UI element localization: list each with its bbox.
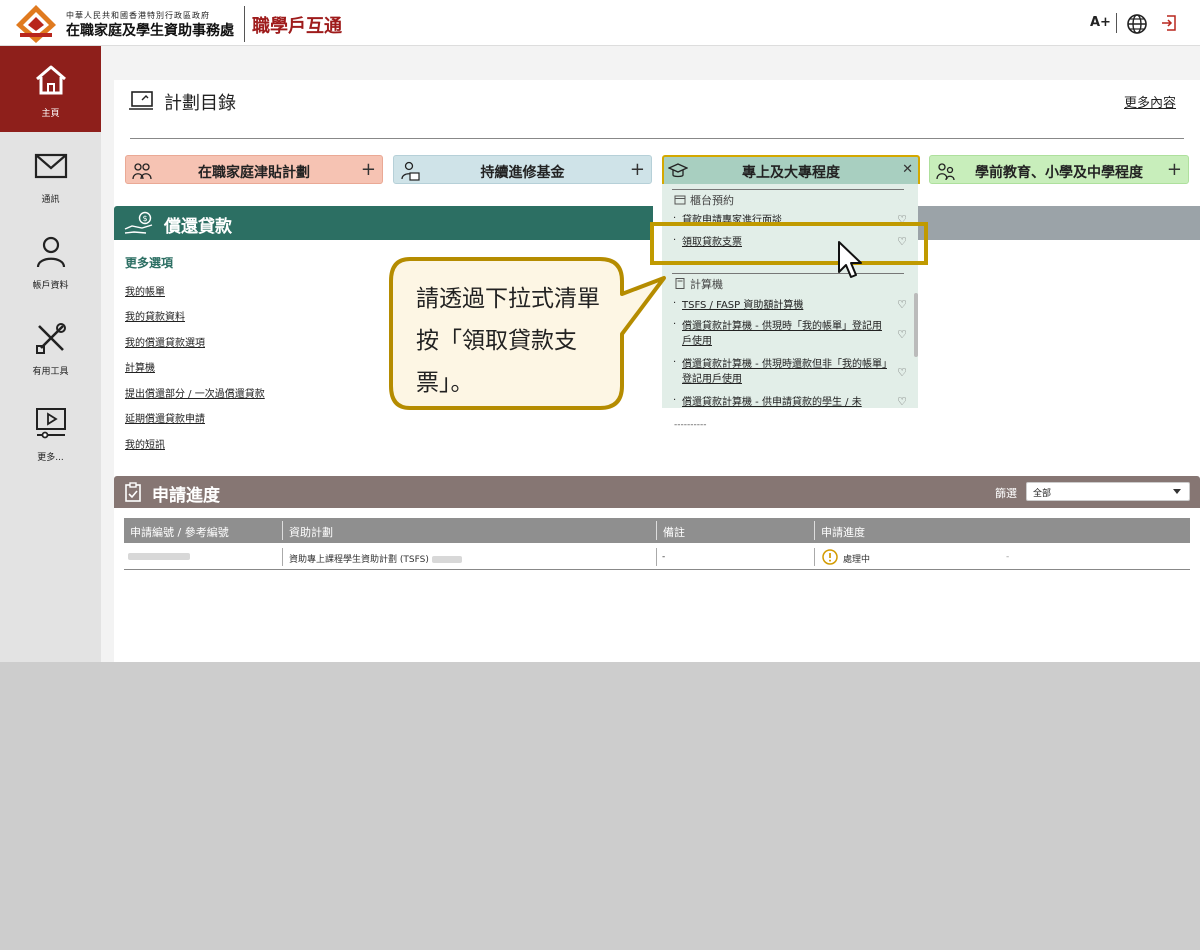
status-cell: 處理中 [843, 555, 871, 565]
dropdown-item-label: 償還貸款計算機 - 供申請貸款的學生 / 未 [682, 397, 862, 408]
chevron-down-icon [1173, 489, 1181, 494]
org-name: 在職家庭及學生資助事務處 [66, 23, 234, 39]
application-no-redacted [128, 552, 190, 562]
catalog-title: 計劃目錄 [164, 93, 236, 114]
category-school-button[interactable]: 學前教育、小學及中學程度 + [929, 155, 1189, 184]
sidebar-item-label: 有用工具 [32, 367, 69, 377]
scheme-text: 資助專上課程學生資助計劃 (TSFS) [289, 555, 429, 565]
repay-loan-title: 償還貸款 [164, 217, 232, 237]
repay-link-deferment[interactable]: 延期償還貸款申請 [125, 410, 205, 425]
catalog-icon [129, 91, 153, 110]
highlight-box [650, 222, 928, 265]
clipboard-icon [125, 482, 141, 502]
favourite-heart-icon[interactable]: ♡ [897, 328, 907, 341]
category-label: 在職家庭津貼計劃 [198, 165, 310, 181]
svg-text:$: $ [143, 214, 148, 223]
table-row[interactable]: 資助專上課程學生資助計劃 (TSFS) - 處理中 - [124, 545, 1190, 570]
column-header-remark: 備註 [663, 526, 685, 539]
brand-divider [244, 6, 245, 42]
column-divider [656, 521, 657, 540]
column-divider [282, 521, 283, 540]
sidebar-item-home[interactable]: 主頁 [0, 46, 101, 132]
repay-link-sms[interactable]: 我的短訊 [125, 436, 165, 451]
sidebar-item-label: 主頁 [41, 109, 60, 119]
sidebar-item-more[interactable]: 更多... [0, 390, 101, 476]
user-icon [36, 236, 66, 268]
more-options-heading: 更多選項 [125, 256, 174, 270]
favourite-heart-icon[interactable]: ♡ [897, 395, 907, 408]
column-header-scheme: 資助計劃 [289, 526, 333, 539]
sidebar-item-label: 更多... [37, 453, 64, 463]
sidebar-item-label: 帳戶資料 [32, 281, 69, 291]
expand-plus-icon: + [1166, 159, 1182, 180]
sidebar-item-account[interactable]: 帳戶資料 [0, 218, 101, 304]
dropdown-item-repay-calc-applicant[interactable]: · 償還貸款計算機 - 供申請貸款的學生 / 未 ♡ [673, 395, 907, 408]
repay-link-calculator[interactable]: 計算機 [125, 359, 155, 374]
status-extra: - [1006, 552, 1010, 562]
callout-text: 請透過下拉式清單按「領取貸款支票」。 [416, 286, 600, 396]
calculator-icon [675, 278, 685, 289]
category-label: 專上及大專程度 [742, 165, 840, 181]
repay-link-repay-options[interactable]: 我的償還貸款選項 [125, 334, 205, 349]
column-header-application-no: 申請編號 / 參考編號 [130, 526, 229, 539]
repay-loan-header: $ 償還貸款 [114, 206, 653, 240]
column-divider [656, 548, 657, 566]
mouse-pointer-icon [838, 241, 862, 278]
info-icon [822, 549, 838, 565]
dropdown-item-label: 償還貸款計算機 - 供現時還款但非「我的帳單」登記用戶使用 [682, 359, 887, 385]
category-label: 學前教育、小學及中學程度 [975, 165, 1143, 181]
dropdown-item-label: TSFS / FASP 資助額計算機 [682, 300, 804, 311]
column-divider [282, 548, 283, 566]
secondary-panel-header [918, 206, 1200, 240]
filter-label: 篩選 [995, 487, 1017, 500]
wfsfaa-logo-icon[interactable] [14, 3, 58, 43]
scheme-cell: 資助專上課程學生資助計劃 (TSFS) [289, 552, 462, 565]
favourite-heart-icon[interactable]: ♡ [897, 366, 907, 379]
dropdown-section-calculator: 計算機 [690, 278, 723, 291]
expand-plus-icon: + [629, 159, 645, 180]
column-divider [814, 548, 815, 566]
mail-icon [34, 153, 68, 179]
hand-coin-icon: $ [124, 211, 153, 234]
remark-cell: - [662, 552, 666, 562]
filter-select[interactable]: 全部 [1026, 482, 1190, 501]
repay-link-my-bill[interactable]: 我的帳單 [125, 283, 165, 298]
logout-icon[interactable] [1160, 14, 1178, 32]
tools-icon [36, 323, 66, 354]
favourite-heart-icon[interactable]: ♡ [897, 298, 907, 311]
close-icon[interactable]: ✕ [902, 162, 913, 177]
expand-plus-icon: + [360, 159, 376, 180]
dropdown-divider [672, 189, 904, 190]
category-wfa-button[interactable]: 在職家庭津貼計劃 + [125, 155, 383, 184]
counter-booking-icon [674, 195, 686, 205]
home-icon [36, 65, 66, 95]
dropdown-scrollbar[interactable] [914, 293, 918, 357]
application-progress-title: 申請進度 [152, 486, 220, 506]
dropdown-item-label: 償還貸款計算機 - 供現時「我的帳單」登記用戶使用 [682, 321, 882, 347]
dropdown-section-counter: 櫃台預約 [690, 194, 734, 207]
more-content-link[interactable]: 更多內容 [1124, 92, 1176, 111]
sidebar-item-label: 通訊 [41, 195, 60, 205]
language-globe-icon[interactable] [1126, 13, 1148, 35]
dropdown-divider [672, 273, 904, 274]
brand-name[interactable]: 職學戶互通 [252, 12, 342, 38]
font-size-button[interactable]: A+ [1090, 15, 1111, 30]
category-label: 持續進修基金 [480, 165, 565, 181]
catalog-divider [130, 138, 1184, 139]
repay-link-early-repay[interactable]: 提出償還部分 / 一次過償還貸款 [125, 385, 265, 400]
dashes-text: ---------- [674, 420, 707, 430]
media-icon [36, 408, 66, 439]
category-cef-button[interactable]: 持續進修基金 + [393, 155, 652, 184]
sidebar-item-mail[interactable]: 通訊 [0, 132, 101, 218]
category-tertiary-button[interactable]: 專上及大專程度 ✕ [662, 155, 920, 184]
sidebar-item-tools[interactable]: 有用工具 [0, 304, 101, 390]
repay-link-loan-info[interactable]: 我的貸款資料 [125, 308, 185, 323]
column-header-status: 申請進度 [821, 526, 865, 539]
filter-selected-value: 全部 [1033, 489, 1052, 499]
header-divider [1116, 13, 1117, 33]
column-divider [814, 521, 815, 540]
table-header-row: 申請編號 / 參考編號 資助計劃 備註 申請進度 [124, 518, 1190, 543]
